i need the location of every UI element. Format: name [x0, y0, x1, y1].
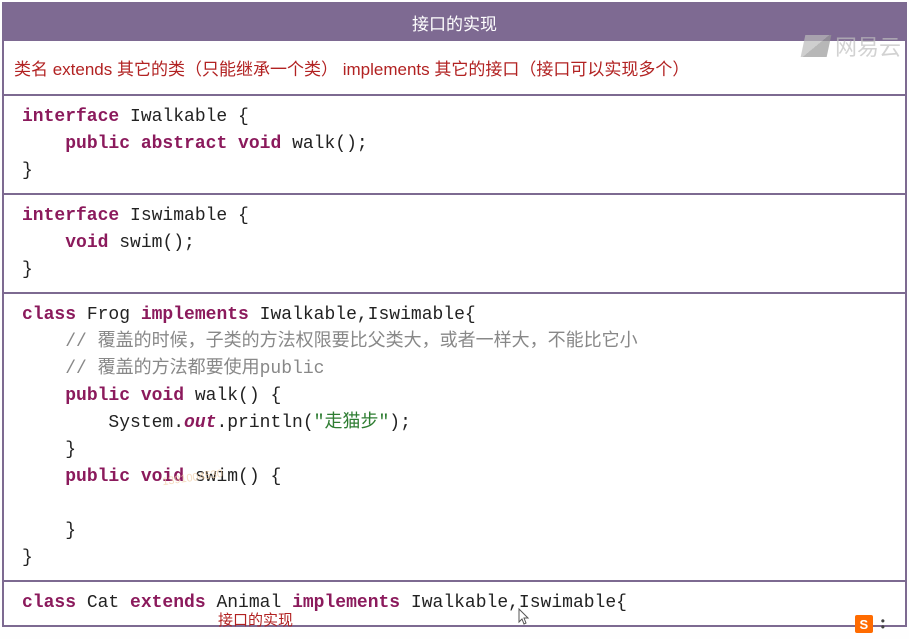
keyword: implements: [141, 305, 249, 325]
footer-caption: 接口的实现: [218, 609, 293, 630]
slide-container: 接口的实现 类名 extends 其它的类（只能继承一个类） implement…: [2, 2, 907, 627]
input-method-menu-icon[interactable]: ••: [881, 618, 885, 630]
sogou-icon[interactable]: S: [855, 615, 873, 633]
keyword: public abstract void: [65, 134, 281, 154]
mouse-cursor-icon: [518, 608, 532, 631]
comment: // 覆盖的时候，子类的方法权限要比父类大，或者一样大，不能比它小: [65, 332, 637, 352]
code-block-iswimable: interface Iswimable { void swim(); }: [4, 195, 905, 294]
keyword: void: [65, 233, 108, 253]
field-out: out: [184, 413, 216, 433]
slide-title: 接口的实现: [4, 4, 905, 41]
footer-bar: 接口的实现: [0, 605, 909, 633]
input-method-indicator[interactable]: S ••: [855, 615, 885, 633]
keyword: class: [22, 305, 76, 325]
keyword: interface: [22, 107, 119, 127]
keyword: public void: [65, 386, 184, 406]
keyword: interface: [22, 206, 119, 226]
syntax-description: 类名 extends 其它的类（只能继承一个类） implements 其它的接…: [4, 41, 905, 96]
string-literal: "走猫步": [314, 413, 390, 433]
code-block-frog: class Frog implements Iwalkable,Iswimabl…: [4, 294, 905, 582]
netease-watermark: 网易云: [803, 30, 901, 62]
netease-icon: [801, 35, 832, 57]
code-block-iwalkable: interface Iwalkable { public abstract vo…: [4, 96, 905, 195]
watermark-text: 网易云: [835, 30, 901, 62]
comment: // 覆盖的方法都要使用public: [65, 359, 324, 379]
